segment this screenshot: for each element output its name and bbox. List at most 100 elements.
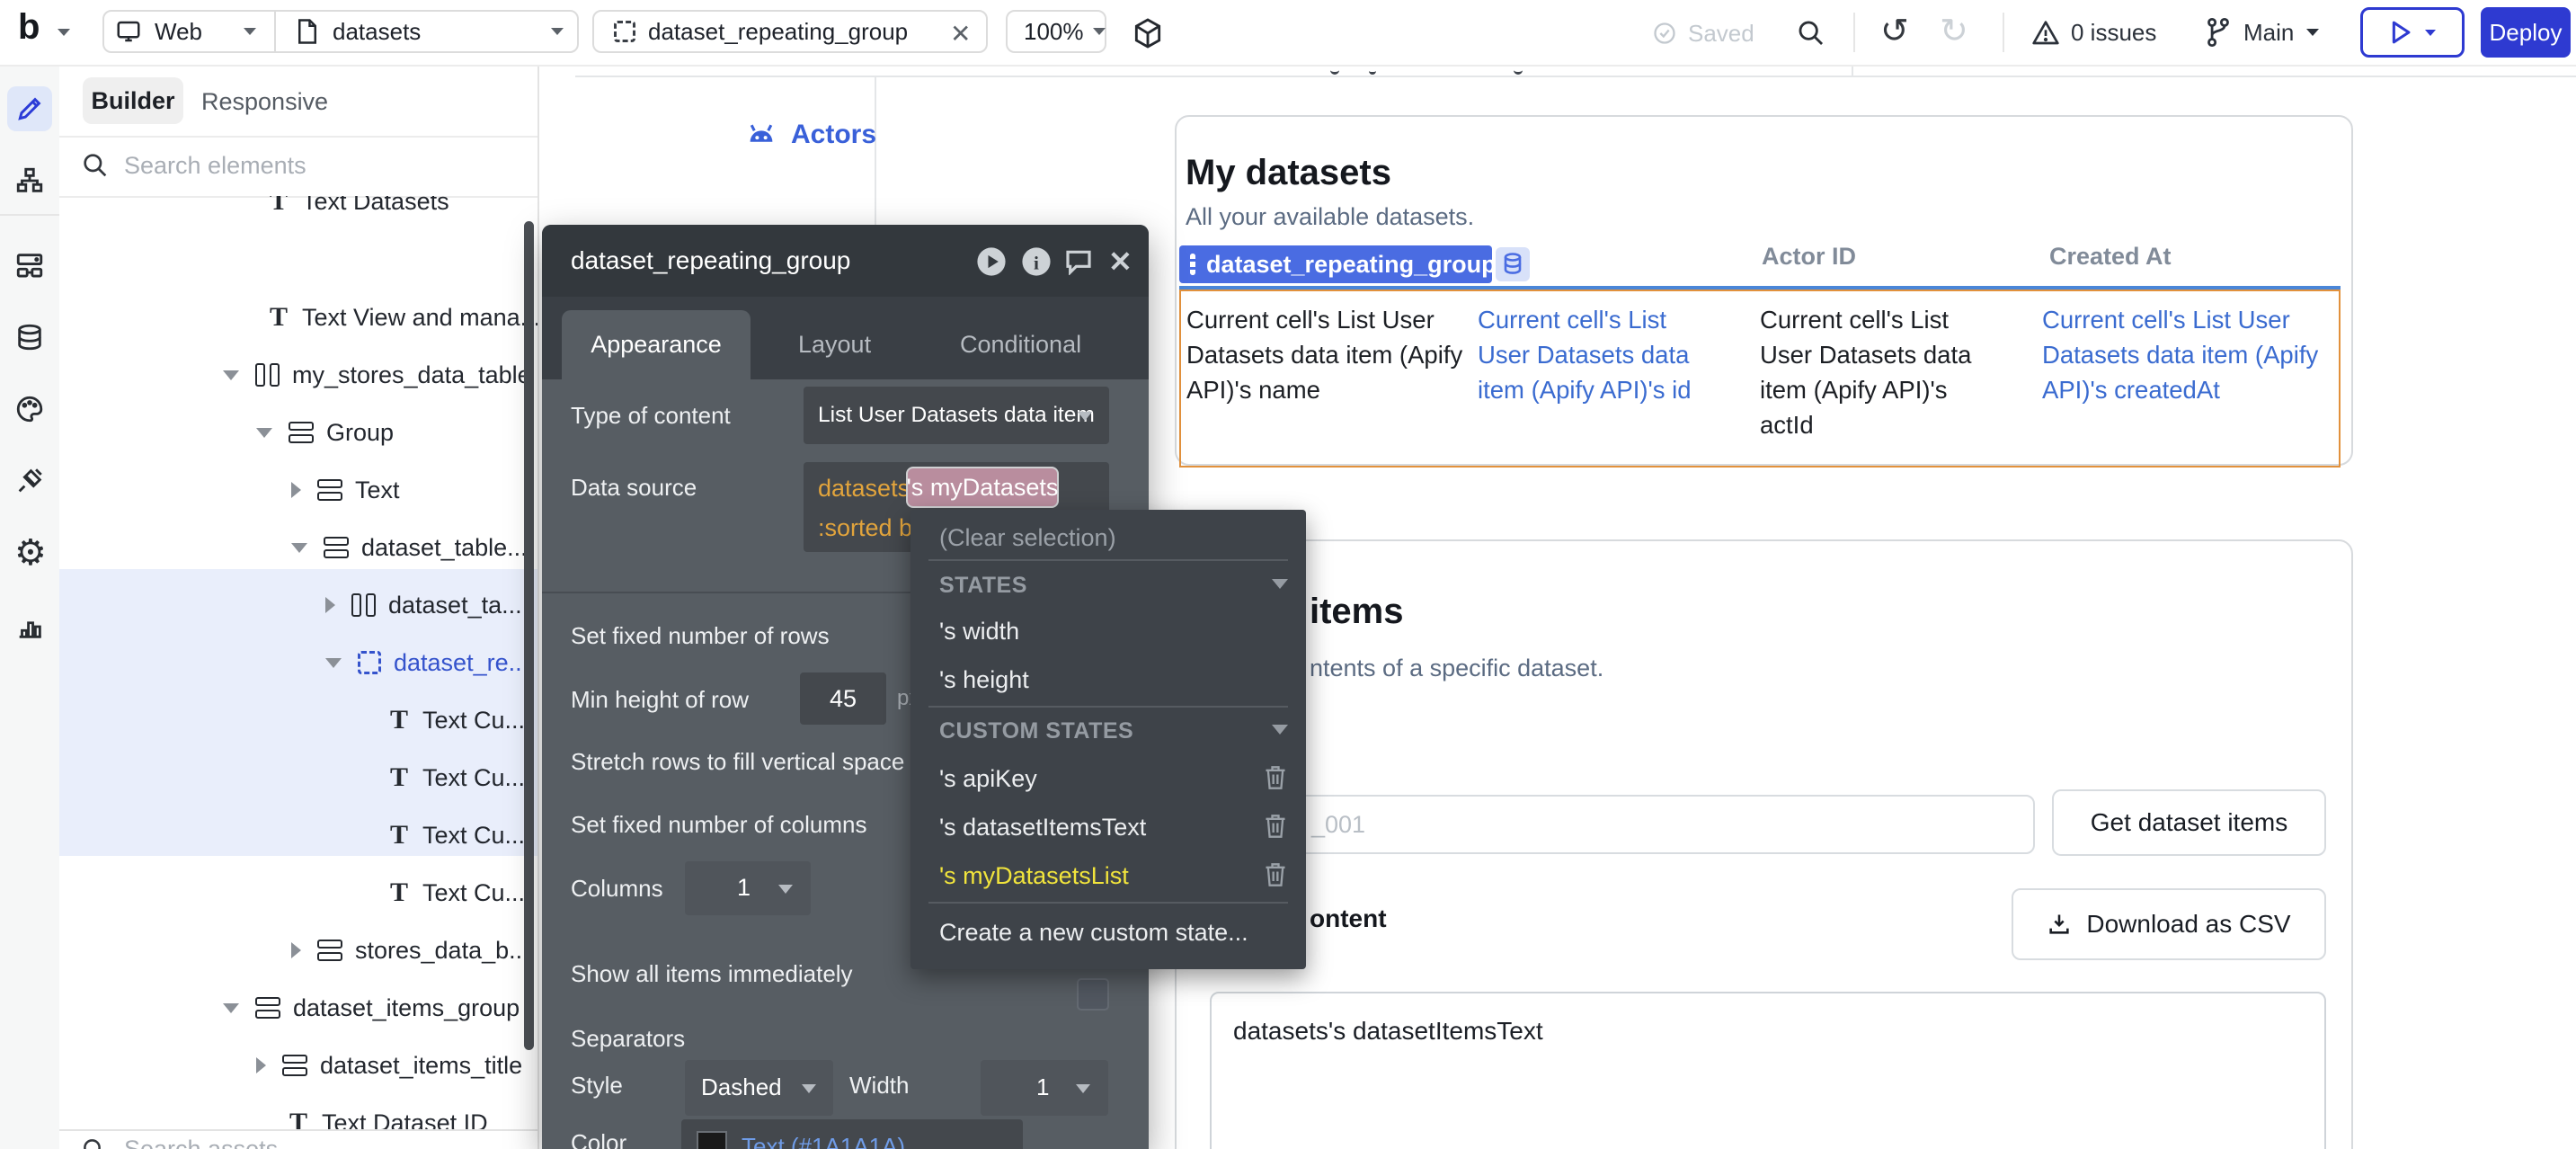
tree-item[interactable]: my_stores_data_table: [223, 347, 531, 403]
element-tab[interactable]: dataset_repeating_group ✕: [592, 10, 988, 53]
top-toolbar: b Web datasets dataset_repeating_group ✕: [0, 0, 2576, 67]
tree-item-label: Text Datasets: [302, 196, 449, 216]
table-cell-createdat[interactable]: Current cell's List User Datasets data i…: [2042, 302, 2348, 407]
tree-item[interactable]: dataset_table...: [291, 520, 528, 575]
repeating-group-icon: [614, 21, 635, 42]
caret-down-icon[interactable]: [223, 1003, 239, 1013]
download-csv-button[interactable]: Download as CSV: [2012, 888, 2326, 960]
table-cell-actid[interactable]: Current cell's List User Datasets data i…: [1760, 302, 2004, 442]
element-tree: T Text Datasets T Text View and mana... …: [59, 196, 537, 1129]
dataset-content-box[interactable]: datasets's datasetItemsText: [1210, 992, 2326, 1149]
undo-icon[interactable]: ↺: [1880, 14, 1909, 49]
info-icon[interactable]: i: [1021, 246, 1052, 277]
elements-search-row[interactable]: Search elements: [59, 136, 537, 198]
search-icon[interactable]: [1796, 18, 1826, 49]
settings-gear-icon[interactable]: ⚙: [14, 538, 45, 568]
data-source-chip[interactable]: [1496, 247, 1530, 281]
tab-responsive[interactable]: Responsive: [201, 88, 328, 116]
color-control[interactable]: Text (#1A1A1A): [681, 1119, 1023, 1149]
tab-builder[interactable]: Builder: [83, 77, 183, 124]
get-dataset-items-button[interactable]: Get dataset items: [2052, 789, 2326, 856]
plugins-plug-icon[interactable]: [14, 466, 45, 496]
component-library-icon[interactable]: [1131, 16, 1165, 50]
custom-states-section-header[interactable]: CUSTOM STATES: [939, 718, 1133, 744]
create-custom-state-item[interactable]: Create a new custom state...: [939, 919, 1248, 947]
trash-icon[interactable]: [1264, 862, 1287, 887]
state-item-apikey[interactable]: 's apiKey: [939, 765, 1037, 793]
search-icon: [81, 1136, 108, 1149]
caret-down-icon[interactable]: [291, 543, 307, 553]
deploy-button[interactable]: Deploy: [2481, 7, 2571, 58]
components-icon[interactable]: [14, 250, 45, 281]
page-nav-item-actors[interactable]: Actors: [744, 117, 876, 153]
columns-select[interactable]: 1: [685, 861, 811, 915]
states-section-header[interactable]: STATES: [939, 573, 1027, 599]
tree-item[interactable]: T Text Dataset ID: [289, 1095, 488, 1129]
type-of-content-select[interactable]: List User Datasets data item: [804, 387, 1109, 444]
platform-select[interactable]: Web: [115, 10, 256, 53]
tree-item-selected[interactable]: dataset_re...: [325, 635, 529, 690]
logo-chevron-icon[interactable]: [58, 29, 70, 36]
caret-right-icon[interactable]: [325, 597, 335, 613]
zoom-select[interactable]: 100%: [1006, 10, 1106, 53]
caret-down-icon[interactable]: [223, 370, 239, 380]
style-select[interactable]: Dashed: [685, 1060, 833, 1116]
tree-item[interactable]: T Text Datasets: [270, 196, 449, 229]
table-cell-name[interactable]: Current cell's List User Datasets data i…: [1186, 302, 1465, 407]
redo-icon[interactable]: ↻: [1940, 14, 1968, 49]
tree-item[interactable]: T Text View and mana...: [270, 289, 537, 345]
trash-icon[interactable]: [1264, 765, 1287, 790]
tab-layout[interactable]: Layout: [798, 331, 871, 359]
state-item-mydatasetslist[interactable]: 's myDatasetsList: [939, 862, 1129, 890]
tree-item[interactable]: dataset_items_title: [256, 1038, 522, 1093]
caret-down-icon[interactable]: [325, 658, 342, 668]
selected-element-badge[interactable]: dataset_repeating_group: [1179, 245, 1492, 283]
close-panel-icon[interactable]: ✕: [1108, 245, 1133, 279]
state-item-height[interactable]: 's height: [939, 666, 1029, 694]
data-source-token[interactable]: 's myDatasets: [906, 467, 1059, 508]
show-all-checkbox[interactable]: [1077, 978, 1109, 1011]
close-tab-icon[interactable]: ✕: [950, 19, 971, 49]
tree-item[interactable]: T Text Cu...: [390, 750, 525, 806]
preview-element-icon[interactable]: [976, 246, 1007, 277]
tree-item[interactable]: T Text Cu...: [390, 692, 525, 748]
type-of-content-value: List User Datasets data item: [818, 403, 1095, 428]
caret-right-icon[interactable]: [256, 1057, 266, 1073]
tab-appearance[interactable]: Appearance: [562, 310, 751, 379]
tree-item[interactable]: dataset_items_group: [223, 980, 520, 1036]
database-icon[interactable]: [14, 322, 45, 352]
clear-selection-item[interactable]: (Clear selection): [939, 524, 1116, 552]
tree-item[interactable]: T Text Cu...: [390, 865, 525, 921]
tree-item[interactable]: Group: [256, 405, 394, 460]
caret-down-icon[interactable]: [256, 428, 272, 438]
tree-item[interactable]: stores_data_b...: [291, 922, 529, 978]
table-cell-id[interactable]: Current cell's List User Datasets data i…: [1478, 302, 1722, 407]
tab-conditional[interactable]: Conditional: [960, 331, 1081, 359]
trash-icon[interactable]: [1264, 814, 1287, 839]
caret-right-icon[interactable]: [291, 942, 301, 958]
styles-palette-icon[interactable]: [14, 394, 45, 424]
tree-item[interactable]: T Text Cu...: [390, 807, 525, 863]
comment-icon[interactable]: [1064, 248, 1093, 275]
separator-width-select[interactable]: 1: [981, 1060, 1108, 1116]
tree-item[interactable]: Text: [291, 462, 400, 518]
tree-item[interactable]: dataset_ta...: [325, 577, 522, 633]
logs-chart-icon[interactable]: [14, 611, 45, 642]
color-value-link[interactable]: Text (#1A1A1A): [742, 1133, 905, 1149]
caret-right-icon[interactable]: [291, 482, 301, 498]
page-select[interactable]: datasets: [295, 10, 564, 53]
bubble-logo[interactable]: b: [18, 7, 40, 48]
tree-item-label: dataset_items_group: [293, 994, 520, 1022]
state-item-datasetitemstext[interactable]: 's datasetItemsText: [939, 814, 1146, 842]
tree-scrollbar[interactable]: [524, 221, 534, 1050]
panel-header[interactable]: dataset_repeating_group i ✕: [542, 225, 1149, 297]
issues-indicator[interactable]: 0 issues: [2031, 18, 2156, 47]
preview-button[interactable]: [2360, 7, 2465, 58]
assets-search-row[interactable]: Search assets: [59, 1129, 537, 1149]
dataset-id-input[interactable]: _001: [1210, 795, 2035, 854]
state-item-width[interactable]: 's width: [939, 618, 1019, 646]
rail-item-design[interactable]: [7, 86, 52, 131]
min-height-input[interactable]: 45: [800, 672, 886, 725]
branch-select[interactable]: Main: [2204, 16, 2319, 49]
workflows-sitemap-icon[interactable]: [14, 165, 45, 196]
